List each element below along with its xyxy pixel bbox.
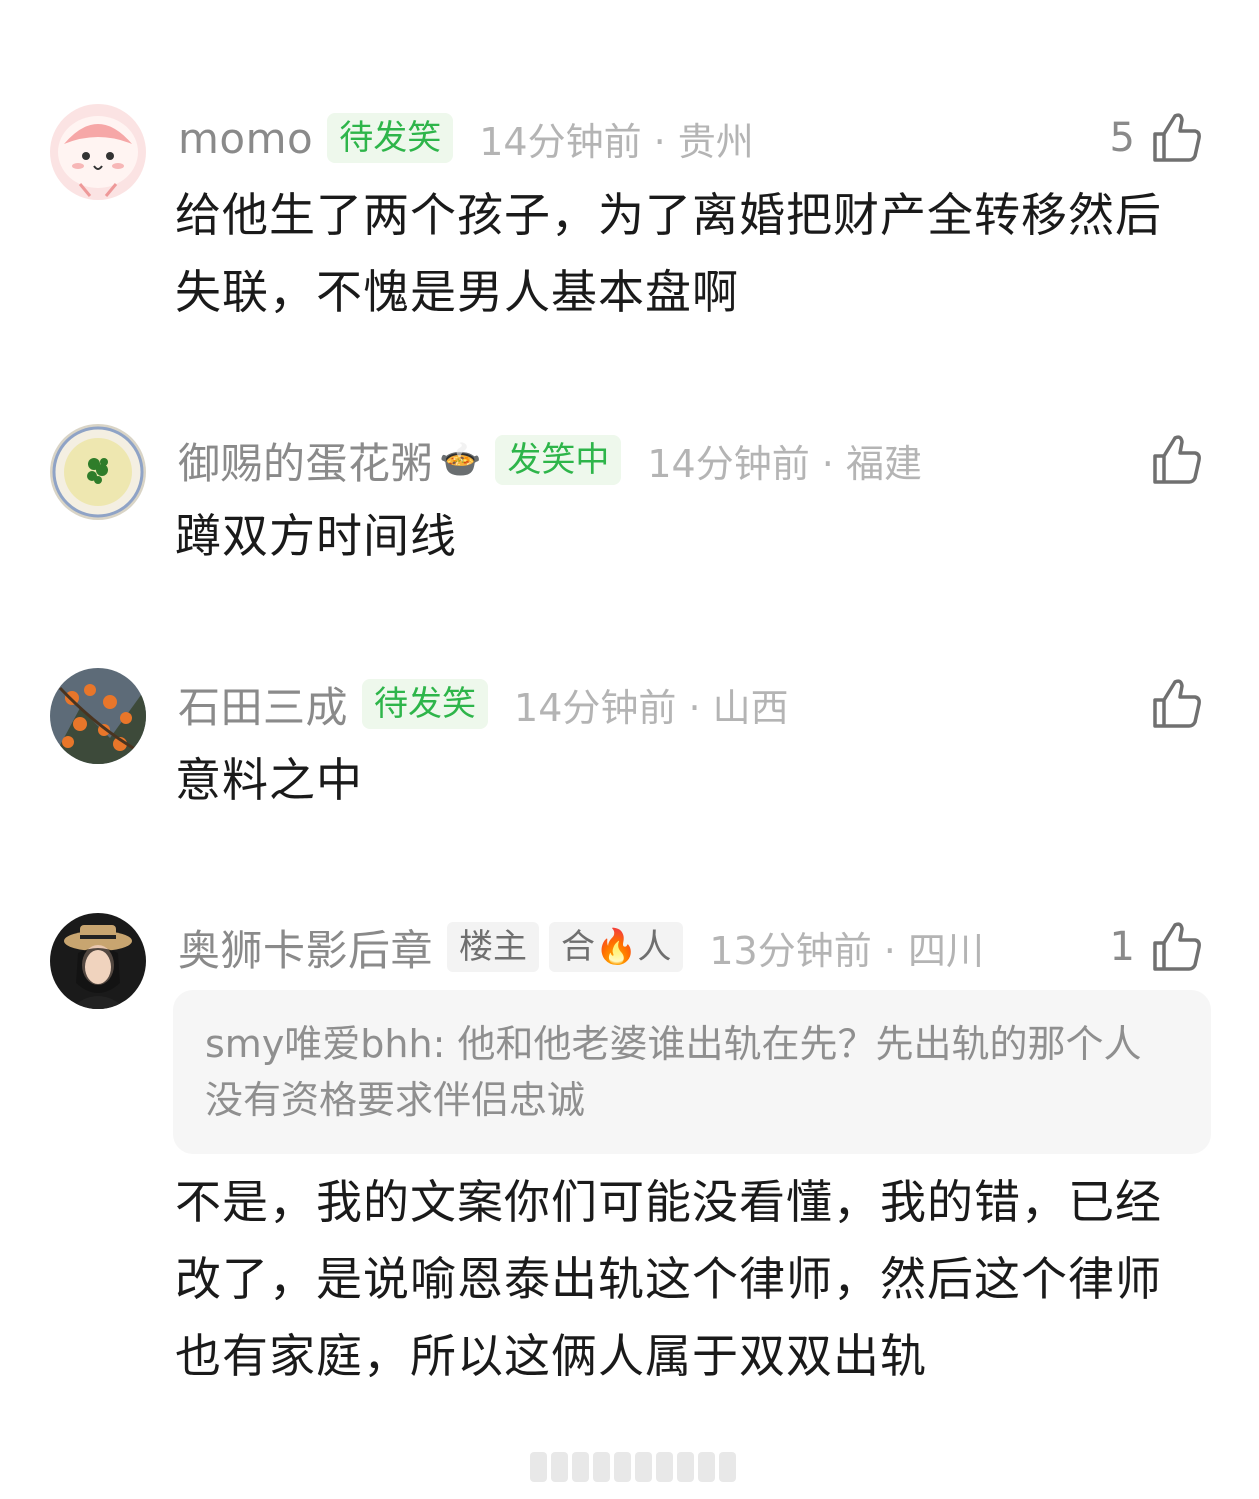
time-location: 13分钟前 · 四川 (709, 928, 984, 973)
username[interactable]: 御赐的蛋花粥 (178, 430, 433, 491)
like-count: 1 (1109, 924, 1135, 970)
fire-badge: 合🔥人 (549, 922, 684, 972)
thumbs-up-icon (1149, 432, 1205, 488)
avatar[interactable] (50, 424, 146, 520)
owner-badge: 楼主 (447, 922, 540, 972)
comment-meta: 御赐的蛋花粥 🍲 发笑中 14分钟前 · 福建 (178, 430, 922, 490)
avatar[interactable] (50, 913, 146, 1009)
avatar[interactable] (50, 104, 146, 200)
thumbs-up-icon (1149, 110, 1205, 166)
bowl-emoji: 🍲 (439, 440, 482, 480)
avatar[interactable] (50, 668, 146, 764)
like-button[interactable]: 5 (1110, 108, 1205, 168)
comment-meta: 石田三成 待发笑 14分钟前 · 山西 (178, 674, 789, 734)
time-location: 14分钟前 · 福建 (647, 441, 922, 486)
status-badge: 待发笑 (362, 679, 489, 729)
status-badge: 发笑中 (495, 435, 622, 485)
scroll-indicator (530, 1452, 736, 1482)
comment-meta: momo 待发笑 14分钟前 · 贵州 (178, 108, 754, 168)
username[interactable]: momo (178, 114, 313, 163)
comment-meta: 奥狮卡影后章 楼主 合🔥人 13分钟前 · 四川 (178, 917, 984, 977)
username[interactable]: 石田三成 (178, 674, 348, 735)
comment-text: 给他生了两个孩子，为了离婚把财产全转移然后失联，不愧是男人基本盘啊 (175, 188, 1162, 319)
comment-text: 蹲双方时间线 (175, 509, 457, 563)
like-button[interactable]: 1 (1110, 917, 1205, 977)
quoted-reply[interactable]: smy唯爱bhh: 他和他老婆谁出轨在先？先出轨的那个人没有资格要求伴侣忠诚 (173, 990, 1211, 1154)
time-location: 14分钟前 · 山西 (514, 685, 789, 730)
thumbs-up-icon (1149, 676, 1205, 732)
thumbs-up-icon (1149, 919, 1205, 975)
comment-text: 意料之中 (175, 753, 363, 807)
like-button[interactable] (1135, 430, 1205, 490)
status-badge: 待发笑 (327, 113, 454, 163)
comment-text: 不是，我的文案你们可能没看懂，我的错，已经改了，是说喻恩泰出轨这个律师，然后这个… (175, 1175, 1162, 1383)
like-button[interactable] (1135, 674, 1205, 734)
like-count: 5 (1109, 115, 1135, 161)
time-location: 14分钟前 · 贵州 (479, 119, 754, 164)
username[interactable]: 奥狮卡影后章 (178, 917, 433, 978)
